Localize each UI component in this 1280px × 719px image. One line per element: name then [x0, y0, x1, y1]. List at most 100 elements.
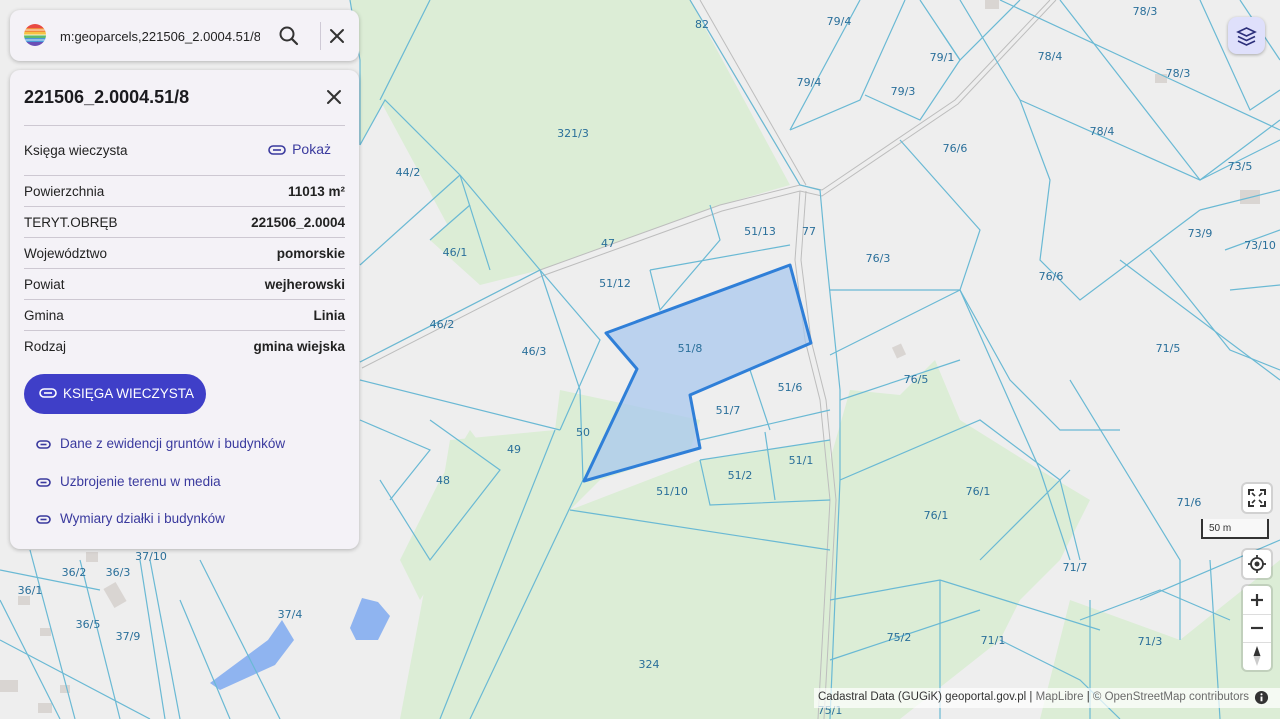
- parcel-label: 46/2: [430, 318, 455, 331]
- geolocate-icon[interactable]: [1243, 550, 1271, 578]
- parcel-label: 37/10: [135, 550, 167, 563]
- parcel-label: 73/10: [1244, 239, 1276, 252]
- layers-button[interactable]: [1228, 17, 1265, 54]
- search-icon[interactable]: [276, 23, 302, 49]
- scale-bar: 50 m: [1201, 519, 1269, 539]
- compass-icon[interactable]: [1243, 642, 1271, 670]
- parcel-label: 76/3: [866, 252, 891, 265]
- parcel-label: 76/5: [904, 373, 929, 386]
- parcel-label: 79/1: [930, 51, 955, 64]
- parcel-label: 82: [695, 18, 709, 31]
- parcel-label: 79/4: [797, 76, 822, 89]
- zoom-in-icon[interactable]: [1243, 586, 1271, 614]
- land-register-label: Księga wieczysta: [24, 143, 128, 158]
- parcel-label: 48: [436, 474, 450, 487]
- row-value: 221506_2.0004: [251, 215, 345, 230]
- parcel-label: 78/3: [1166, 67, 1191, 80]
- parcel-label: 51/13: [744, 225, 776, 238]
- utilities-link[interactable]: Uzbrojenie terenu w media: [36, 474, 221, 489]
- parcel-label: 36/2: [62, 566, 87, 579]
- info-row-type: Rodzaj gmina wiejska: [24, 330, 345, 362]
- show-land-register-link[interactable]: Pokaż: [268, 141, 331, 157]
- parcel-label: 46/3: [522, 345, 547, 358]
- show-link-label: Pokaż: [292, 141, 331, 157]
- close-panel-icon[interactable]: [322, 85, 346, 109]
- land-records-link[interactable]: Dane z ewidencji gruntów i budynków: [36, 436, 285, 451]
- parcel-label: 71/5: [1156, 342, 1181, 355]
- parcel-label: 321/3: [557, 127, 589, 140]
- parcel-label: 51/10: [656, 485, 688, 498]
- land-register-button[interactable]: KSIĘGA WIECZYSTA: [24, 374, 206, 414]
- parcel-label: 75/2: [887, 631, 912, 644]
- row-key: Województwo: [24, 246, 108, 261]
- parcel-label: 71/6: [1177, 496, 1202, 509]
- parcel-label: 36/5: [76, 618, 101, 631]
- parcel-label: 50: [576, 426, 590, 439]
- parcel-label: 51/12: [599, 277, 631, 290]
- parcel-label: 37/9: [116, 630, 141, 643]
- fullscreen-control: [1243, 484, 1271, 512]
- parcel-label: 71/7: [1063, 561, 1088, 574]
- search-input[interactable]: [60, 26, 260, 46]
- parcel-label: 78/4: [1090, 125, 1115, 138]
- search-bar: [10, 10, 359, 61]
- parcel-label: 71/3: [1138, 635, 1163, 648]
- dimensions-link[interactable]: Wymiary działki i budynków: [36, 511, 225, 526]
- parcel-label: 79/4: [827, 15, 852, 28]
- parcel-label: 36/3: [106, 566, 131, 579]
- link-icon: [36, 478, 51, 487]
- link-icon: [36, 515, 51, 524]
- row-value: wejherowski: [264, 277, 345, 292]
- geoportal-logo-icon: [24, 24, 46, 46]
- close-search-icon[interactable]: [324, 23, 350, 49]
- row-key: Powiat: [24, 277, 65, 292]
- parcel-label: 51/7: [716, 404, 741, 417]
- parcel-label: 51/8: [678, 342, 703, 355]
- parcel-label: 76/1: [924, 509, 949, 522]
- attribution-bar: Cadastral Data (GUGiK) geoportal.gov.pl …: [814, 688, 1280, 708]
- parcel-info-panel: 221506_2.0004.51/8 Księga wieczysta Poka…: [10, 70, 359, 549]
- layers-icon: [1236, 27, 1257, 46]
- osm-link[interactable]: © OpenStreetMap contributors: [1093, 691, 1249, 703]
- row-key: Powierzchnia: [24, 184, 105, 199]
- parcel-label: 78/3: [1133, 5, 1158, 18]
- parcel-label: 44/2: [396, 166, 421, 179]
- geolocate-control: [1243, 550, 1271, 578]
- link-icon: [36, 440, 51, 449]
- fullscreen-icon[interactable]: [1243, 484, 1271, 512]
- info-row-county: Powiat wejherowski: [24, 268, 345, 300]
- row-value: Linia: [313, 308, 345, 323]
- parcel-title: 221506_2.0004.51/8: [24, 87, 190, 107]
- parcel-label: 76/6: [1039, 270, 1064, 283]
- link-icon: [268, 145, 286, 156]
- maplibre-link[interactable]: MapLibre: [1036, 691, 1084, 703]
- link-label: Uzbrojenie terenu w media: [60, 474, 221, 489]
- info-row-area: Powierzchnia 11013 m²: [24, 175, 345, 207]
- parcel-label: 78/4: [1038, 50, 1063, 63]
- row-key: TERYT.OBRĘB: [24, 215, 118, 230]
- search-divider: [320, 22, 321, 50]
- parcel-label: 71/1: [981, 634, 1006, 647]
- info-row-teryt: TERYT.OBRĘB 221506_2.0004: [24, 206, 345, 238]
- parcel-label: 51/1: [789, 454, 814, 467]
- row-value: 11013 m²: [287, 184, 345, 199]
- land-register-button-label: KSIĘGA WIECZYSTA: [63, 386, 195, 401]
- parcel-label: 47: [601, 237, 615, 250]
- row-value: gmina wiejska: [253, 339, 345, 354]
- info-icon[interactable]: [1254, 690, 1269, 705]
- parcel-label: 324: [639, 658, 660, 671]
- parcel-label: 46/1: [443, 246, 468, 259]
- zoom-out-icon[interactable]: [1243, 614, 1271, 642]
- row-value: pomorskie: [276, 246, 345, 261]
- parcel-label: 49: [507, 443, 521, 456]
- scale-label: 50 m: [1209, 523, 1232, 534]
- attribution-text: Cadastral Data (GUGiK) geoportal.gov.pl …: [818, 691, 1250, 703]
- parcel-label: 51/2: [728, 469, 753, 482]
- parcel-label: 36/1: [18, 584, 43, 597]
- row-key: Gmina: [24, 308, 64, 323]
- navigation-control: [1243, 586, 1271, 670]
- link-label: Wymiary działki i budynków: [60, 511, 225, 526]
- parcel-label: 77: [802, 225, 816, 238]
- parcel-label: 76/6: [943, 142, 968, 155]
- row-key: Rodzaj: [24, 339, 67, 354]
